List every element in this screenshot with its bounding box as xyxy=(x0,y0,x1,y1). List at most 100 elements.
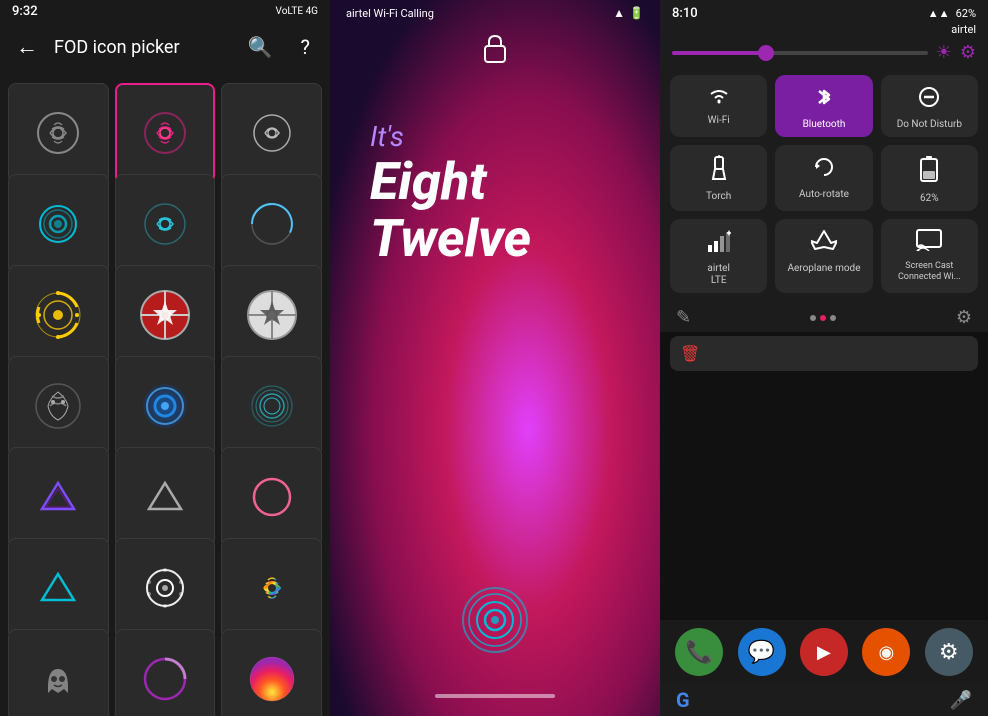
qs-sun-icon: ☀ xyxy=(936,42,952,63)
qs-cast-icon xyxy=(916,229,942,257)
qs-page-dots xyxy=(810,315,836,321)
qs-airtel-label: airtelLTE xyxy=(707,263,730,287)
fod-header: ← FOD icon picker 🔍 ? xyxy=(0,19,330,75)
qs-battery: 62% xyxy=(956,7,976,20)
fod-icon-18[interactable] xyxy=(221,538,322,639)
qs-carrier-label: airtel xyxy=(951,23,976,36)
fod-icon-5[interactable] xyxy=(115,174,216,275)
phone-panel: airtel Wi-Fi Calling ▲ 🔋 It's Eight Twel… xyxy=(330,0,660,716)
qs-signal-icon: ▲▲ xyxy=(928,7,950,20)
qs-tiles-grid: Wi-Fi Bluetooth Do Not Disturb xyxy=(660,67,988,301)
qs-brightness-row: ☀ ⚙ xyxy=(660,38,988,67)
phone-time-line2: Twelve xyxy=(370,210,531,267)
qs-chrome-icon: ◉ xyxy=(879,642,895,663)
fod-icon-3[interactable] xyxy=(221,83,322,184)
qs-tile-bluetooth[interactable]: Bluetooth xyxy=(775,75,872,137)
qs-search-row: G 🎤 xyxy=(660,684,988,716)
phone-lock-icon xyxy=(481,32,509,71)
fod-icon-8[interactable] xyxy=(115,265,216,366)
fod-icon-14[interactable] xyxy=(115,447,216,548)
qs-app-chrome[interactable]: ◉ xyxy=(862,628,910,676)
qs-torch-label: Torch xyxy=(706,191,731,203)
qs-tile-dnd[interactable]: Do Not Disturb xyxy=(881,75,978,137)
fod-icon-16[interactable] xyxy=(8,538,109,639)
qs-panel: 8:10 ▲▲ 62% airtel ☀ ⚙ Wi-Fi xyxy=(660,0,988,716)
phone-home-bar xyxy=(435,694,555,698)
fod-icon-12[interactable] xyxy=(221,356,322,457)
qs-tile-airplane[interactable]: Aeroplane mode xyxy=(775,219,872,293)
qs-airplane-icon xyxy=(811,229,837,259)
fod-search-button[interactable]: 🔍 xyxy=(240,31,281,63)
qs-rotate-icon xyxy=(812,155,836,185)
qs-settings-gear-icon[interactable]: ⚙ xyxy=(960,42,976,63)
qs-mic-icon[interactable]: 🎤 xyxy=(950,690,972,711)
qs-screencast-label: Screen CastConnected Wi... xyxy=(898,261,961,283)
fod-icon-11[interactable] xyxy=(115,356,216,457)
fod-icon-9[interactable] xyxy=(221,265,322,366)
qs-tile-wifi[interactable]: Wi-Fi xyxy=(670,75,767,137)
qs-dnd-label: Do Not Disturb xyxy=(897,119,962,131)
qs-bluetooth-label: Bluetooth xyxy=(803,119,846,131)
qs-dnd-icon xyxy=(917,85,941,115)
qs-dot-3 xyxy=(830,315,836,321)
qs-wifi-icon xyxy=(707,85,731,111)
phone-status-bar: airtel Wi-Fi Calling ▲ 🔋 xyxy=(330,0,660,26)
qs-notification-area: 🗑 xyxy=(660,332,988,620)
fod-signal: VoLTE 4G xyxy=(276,6,318,17)
qs-tile-screencast[interactable]: Screen CastConnected Wi... xyxy=(881,219,978,293)
qs-app-messages[interactable]: 💬 xyxy=(738,628,786,676)
qs-settings-app-icon: ⚙ xyxy=(939,640,959,665)
fod-icon-21[interactable] xyxy=(221,629,322,716)
fod-icon-7[interactable] xyxy=(8,265,109,366)
fod-icons-grid xyxy=(0,75,330,716)
fod-help-button[interactable]: ? xyxy=(293,31,318,63)
qs-tile-autorotate[interactable]: Auto-rotate xyxy=(775,145,872,211)
qs-airplane-label: Aeroplane mode xyxy=(787,263,860,275)
qs-tile-airtel[interactable]: airtelLTE xyxy=(670,219,767,293)
qs-bluetooth-icon xyxy=(814,85,834,115)
qs-brightness-thumb xyxy=(758,45,774,61)
fod-icon-13[interactable] xyxy=(8,447,109,548)
fod-back-button[interactable]: ← xyxy=(12,30,42,64)
fod-icon-17[interactable] xyxy=(115,538,216,639)
phone-signal-icon: ▲ xyxy=(613,6,625,20)
fod-icon-10[interactable] xyxy=(8,356,109,457)
qs-app-play[interactable]: ▶ xyxy=(800,628,848,676)
qs-battery-icon xyxy=(919,155,939,189)
fod-time: 9:32 xyxy=(12,4,38,19)
qs-dot-1 xyxy=(810,315,816,321)
fod-icon-2[interactable] xyxy=(115,83,216,184)
qs-autorotate-label: Auto-rotate xyxy=(799,189,849,201)
fod-icon-4[interactable] xyxy=(8,174,109,275)
qs-settings-button[interactable]: ⚙ xyxy=(956,307,972,328)
phone-fod-circle[interactable] xyxy=(459,584,531,656)
qs-phone-icon: 📞 xyxy=(685,640,712,665)
qs-torch-icon xyxy=(709,155,729,187)
qs-tile-torch[interactable]: Torch xyxy=(670,145,767,211)
phone-its-text: It's xyxy=(370,120,531,153)
qs-edit-icon[interactable]: ✎ xyxy=(676,307,691,328)
fod-icon-15[interactable] xyxy=(221,447,322,548)
fod-icon-19[interactable] xyxy=(8,629,109,716)
qs-app-tray: 📞 💬 ▶ ◉ ⚙ xyxy=(660,620,988,684)
qs-time: 8:10 xyxy=(672,6,698,21)
fod-status-bar: 9:32 VoLTE 4G xyxy=(0,0,330,19)
fod-icon-1[interactable] xyxy=(8,83,109,184)
qs-tile-battery[interactable]: 62% xyxy=(881,145,978,211)
qs-play-icon: ▶ xyxy=(817,642,831,663)
qs-notif-icon: 🗑 xyxy=(680,344,700,363)
fod-icon-20[interactable] xyxy=(115,629,216,716)
phone-battery-icon: 🔋 xyxy=(629,6,644,20)
qs-wifi-label: Wi-Fi xyxy=(708,115,730,127)
qs-notification-item[interactable]: 🗑 xyxy=(670,336,978,371)
qs-dot-2 xyxy=(820,315,826,321)
qs-bottom-bar: ✎ ⚙ xyxy=(660,303,988,332)
phone-carrier: airtel Wi-Fi Calling xyxy=(346,7,434,20)
qs-app-settings[interactable]: ⚙ xyxy=(925,628,973,676)
fod-panel: 9:32 VoLTE 4G ← FOD icon picker 🔍 ? xyxy=(0,0,330,716)
fod-icon-6[interactable] xyxy=(221,174,322,275)
qs-battery-label: 62% xyxy=(920,193,939,205)
qs-brightness-track[interactable] xyxy=(672,51,928,55)
phone-time-area: It's Eight Twelve xyxy=(370,120,531,267)
qs-app-phone[interactable]: 📞 xyxy=(675,628,723,676)
